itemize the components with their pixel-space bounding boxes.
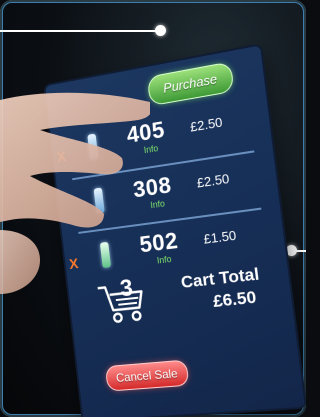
item-info-link[interactable]: Info [143,143,158,155]
remove-icon[interactable]: X [56,148,67,166]
item-code: 502 [138,226,180,258]
remove-icon[interactable]: X [68,255,79,272]
item-price: £2.50 [195,170,231,191]
item-price: £1.50 [202,227,238,247]
callout-line-top [0,30,160,32]
item-price: £2.50 [189,114,224,135]
bottle-icon [99,241,112,269]
cancel-sale-button[interactable]: Cancel Sale [104,359,190,392]
bottle-icon [93,187,105,214]
callout-dot-top [155,25,166,36]
purchase-button[interactable]: Purchase [146,61,235,107]
item-info-link[interactable]: Info [150,198,166,210]
item-code: 308 [131,171,173,203]
cart-total-value: £6.50 [212,287,258,312]
bottle-icon [87,133,99,160]
pos-screen: Purchase X 405 Info £2.50 308 Info £2.50… [45,45,305,417]
item-info-link[interactable]: Info [156,254,172,266]
pos-device: Purchase X 405 Info £2.50 308 Info £2.50… [45,45,305,417]
photo-frame: Purchase X 405 Info £2.50 308 Info £2.50… [0,0,306,417]
callout-dot-right [286,245,297,256]
